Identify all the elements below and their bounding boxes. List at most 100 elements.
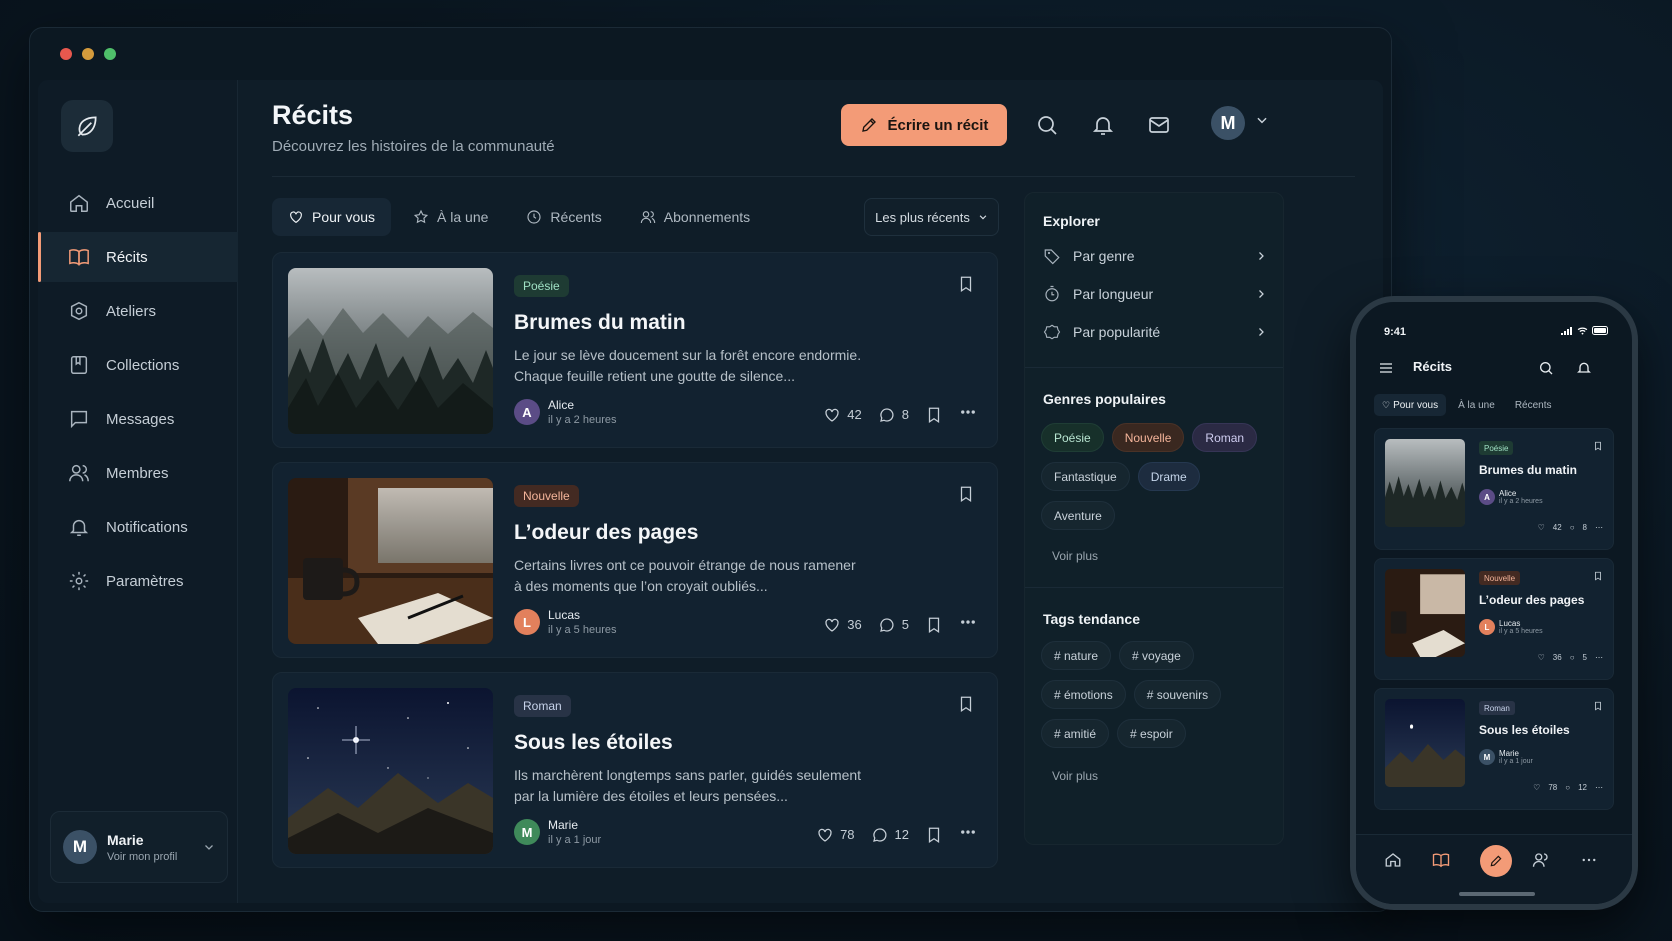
bell-icon[interactable]	[1576, 360, 1592, 376]
genre-badge[interactable]: Roman	[514, 695, 571, 717]
heart-icon[interactable]: ♡	[1538, 523, 1545, 532]
story-card[interactable]: Roman Sous les étoiles Ils marchèrent lo…	[272, 672, 998, 868]
nav-more-button[interactable]	[1580, 851, 1600, 871]
comment-button[interactable]: 8	[878, 406, 909, 424]
close-window-button[interactable]	[60, 48, 72, 60]
story-title[interactable]: Brumes du matin	[514, 311, 686, 335]
story-author[interactable]: L Lucas il y a 5 heures	[514, 608, 616, 636]
tab-a-la-une[interactable]: À la une	[397, 198, 504, 236]
ellipsis-icon[interactable]: ⋯	[1595, 653, 1603, 662]
tag-chip[interactable]: # émotions	[1041, 680, 1126, 709]
bookmark-icon[interactable]	[1593, 441, 1603, 451]
app-logo[interactable]	[61, 100, 113, 152]
like-button[interactable]: 36	[823, 616, 862, 634]
nav-stories-button[interactable]	[1432, 851, 1452, 871]
save-button[interactable]	[925, 826, 943, 844]
genre-chip[interactable]: Drame	[1137, 462, 1200, 491]
genre-chip[interactable]: Poésie	[1041, 423, 1104, 452]
sidebar-item-accueil[interactable]: Accueil	[38, 178, 238, 228]
genre-badge[interactable]: Nouvelle	[514, 485, 579, 507]
sidebar-item-collections[interactable]: Collections	[38, 340, 238, 390]
genre-chip[interactable]: Roman	[1192, 423, 1258, 452]
maximize-window-button[interactable]	[104, 48, 116, 60]
sidebar-item-notifications[interactable]: Notifications	[38, 502, 238, 552]
tags-see-more-link[interactable]: Voir plus	[1052, 769, 1098, 783]
save-button[interactable]	[925, 616, 943, 634]
more-options-button[interactable]	[959, 823, 977, 846]
profile-link[interactable]: Voir mon profil	[107, 851, 177, 863]
genre-chip[interactable]: Fantastique	[1041, 462, 1130, 491]
bookmark-button[interactable]	[957, 485, 975, 508]
sidebar-item-parametres[interactable]: Paramètres	[38, 556, 238, 606]
tag-chip[interactable]: # amitié	[1041, 719, 1110, 748]
sidebar-item-messages[interactable]: Messages	[38, 394, 238, 444]
tag-chip[interactable]: # souvenirs	[1133, 680, 1222, 709]
tab-pour-vous[interactable]: ♡ Pour vous	[1374, 394, 1447, 416]
genre-badge[interactable]: Poésie	[514, 275, 569, 297]
tag-chip[interactable]: # espoir	[1117, 719, 1186, 748]
mail-button[interactable]	[1147, 113, 1171, 137]
more-options-button[interactable]	[959, 403, 977, 426]
story-card[interactable]: Poésie Brumes du matin Le jour se lève d…	[272, 252, 998, 448]
search-button[interactable]	[1035, 113, 1059, 137]
heart-icon[interactable]: ♡	[1533, 783, 1540, 792]
story-title[interactable]: L’odeur des pages	[514, 521, 698, 545]
explore-by-genre[interactable]: Par genre	[1043, 241, 1267, 271]
tab-abonnements[interactable]: Abonnements	[624, 198, 766, 236]
save-button[interactable]	[925, 406, 943, 424]
mobile-story-card[interactable]: Roman Sous les étoiles M Marie il y a 1 j…	[1374, 688, 1614, 810]
search-icon[interactable]	[1538, 360, 1554, 376]
sidebar-item-membres[interactable]: Membres	[38, 448, 238, 498]
comment-icon[interactable]: ○	[1570, 653, 1575, 662]
nav-write-button[interactable]	[1480, 845, 1512, 877]
bookmark-icon[interactable]	[1593, 701, 1603, 711]
sidebar-item-ateliers[interactable]: Ateliers	[38, 286, 238, 336]
mobile-story-card[interactable]: Poésie Brumes du matin A Alice il y a 2 h…	[1374, 428, 1614, 550]
nav-home-button[interactable]	[1384, 851, 1404, 871]
tab-recents[interactable]: Récents	[1507, 394, 1560, 416]
story-title[interactable]: Sous les étoiles	[514, 731, 673, 755]
sidebar-item-recits[interactable]: Récits	[38, 232, 238, 282]
genres-see-more-link[interactable]: Voir plus	[1052, 549, 1098, 563]
story-author[interactable]: A Alice il y a 2 heures	[514, 398, 616, 426]
nav-members-button[interactable]	[1532, 851, 1552, 871]
chevron-down-icon[interactable]	[203, 841, 215, 853]
genre-chip[interactable]: Nouvelle	[1111, 423, 1185, 452]
like-button[interactable]: 42	[823, 406, 862, 424]
story-thumbnail-book[interactable]	[288, 478, 493, 644]
chevron-down-icon[interactable]	[1255, 113, 1269, 127]
tab-a-la-une[interactable]: À la une	[1450, 394, 1503, 416]
home-indicator[interactable]	[1459, 892, 1535, 896]
notifications-button[interactable]	[1091, 113, 1115, 137]
comment-button[interactable]: 12	[871, 826, 909, 844]
comment-icon[interactable]: ○	[1565, 783, 1570, 792]
minimize-window-button[interactable]	[82, 48, 94, 60]
more-options-button[interactable]	[959, 613, 977, 636]
bookmark-button[interactable]	[957, 695, 975, 718]
like-button[interactable]: 78	[816, 826, 855, 844]
genre-chip[interactable]: Aventure	[1041, 501, 1115, 530]
story-thumbnail-stars[interactable]	[288, 688, 493, 854]
profile-card[interactable]: M Marie Voir mon profil	[50, 811, 228, 883]
ellipsis-icon[interactable]: ⋯	[1595, 523, 1603, 532]
ellipsis-icon[interactable]: ⋯	[1595, 783, 1603, 792]
comment-icon[interactable]: ○	[1570, 523, 1575, 532]
write-story-button[interactable]: Écrire un récit	[841, 104, 1007, 146]
heart-icon[interactable]: ♡	[1538, 653, 1545, 662]
story-card[interactable]: Nouvelle L’odeur des pages Certains livr…	[272, 462, 998, 658]
explore-by-length[interactable]: Par longueur	[1043, 279, 1267, 309]
user-avatar-button[interactable]: M	[1211, 106, 1245, 140]
mobile-story-card[interactable]: Nouvelle L’odeur des pages L Lucas il y a…	[1374, 558, 1614, 680]
explore-by-popularity[interactable]: Par popularité	[1043, 317, 1267, 347]
tab-recents[interactable]: Récents	[510, 198, 617, 236]
menu-icon[interactable]	[1378, 360, 1394, 376]
tag-chip[interactable]: # nature	[1041, 641, 1112, 670]
story-thumbnail-forest[interactable]	[288, 268, 493, 434]
bookmark-button[interactable]	[957, 275, 975, 298]
tag-chip[interactable]: # voyage	[1119, 641, 1194, 670]
bookmark-icon[interactable]	[1593, 571, 1603, 581]
tab-pour-vous[interactable]: Pour vous	[272, 198, 392, 236]
story-author[interactable]: M Marie il y a 1 jour	[514, 818, 601, 846]
comment-button[interactable]: 5	[878, 616, 909, 634]
sort-dropdown[interactable]: Les plus récents	[864, 198, 999, 236]
